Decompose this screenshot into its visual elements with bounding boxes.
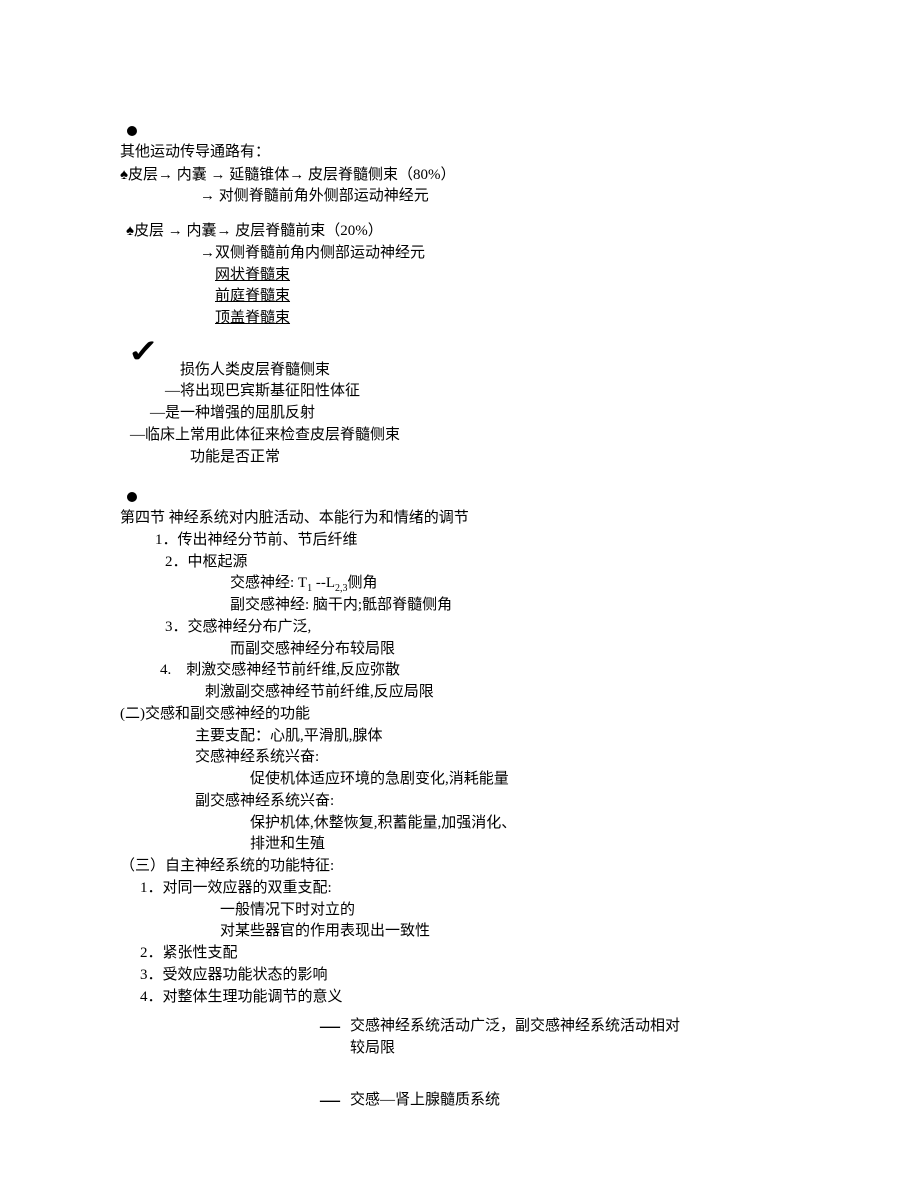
pathway-line: ♠皮层→ 内囊 → 延髓锥体→ 皮层脊髓侧束（80%） xyxy=(120,164,800,187)
dash-text: 交感神经系统活动广泛，副交感神经系统活动相对较局限 xyxy=(350,1016,690,1060)
text: 受效应器功能状态的影响 xyxy=(163,967,328,983)
text: 皮层 → 内囊→ 皮层脊髓前束（20%） xyxy=(134,223,383,239)
text: 交感神经: T xyxy=(230,575,307,591)
check-icon: ✓ xyxy=(127,342,159,361)
list-item: 4. 刺激交感神经节前纤维,反应弥散 xyxy=(160,660,800,682)
text-line: 主要支配：心肌,平滑肌,腺体 xyxy=(195,726,800,748)
injury-line: 功能是否正常 xyxy=(190,447,800,469)
sub-item: 副交感神经: 脑干内;骶部脊髓侧角 xyxy=(230,595,800,617)
sub-item: 刺激副交感神经节前纤维,反应局限 xyxy=(205,682,800,704)
text: 刺激交感神经节前纤维,反应弥散 xyxy=(186,662,400,678)
spade-icon: ♠ xyxy=(120,166,128,183)
text: 对同一效应器的双重支配: xyxy=(163,880,332,896)
text-line: 排泄和生殖 xyxy=(250,834,800,856)
spade-icon: ♠ xyxy=(126,222,134,239)
section-heading: (二)交感和副交感神经的功能 xyxy=(120,704,800,726)
bullet-heading xyxy=(120,486,800,508)
injury-line: —临床上常用此体征来检查皮层脊髓侧束 xyxy=(130,425,800,447)
sub-item: 对某些器官的作用表现出一致性 xyxy=(220,921,800,943)
pathway-line: →双侧脊髓前角内侧部运动神经元 xyxy=(200,243,800,265)
text-line: 促使机体适应环境的急剧变化,消耗能量 xyxy=(250,769,800,791)
dash-icon: — xyxy=(320,1090,350,1110)
section-title: 第四节 神经系统对内脏活动、本能行为和情绪的调节 xyxy=(120,508,800,530)
underlined-item: 顶盖脊髓束 xyxy=(215,308,800,330)
underlined-item: 网状脊髓束 xyxy=(215,265,800,287)
text: 中枢起源 xyxy=(188,554,248,570)
text-line: 保护机体,休整恢复,积蓄能量,加强消化、 xyxy=(250,813,800,835)
text: 对整体生理功能调节的意义 xyxy=(163,989,343,1005)
sub-item: 而副交感神经分布较局限 xyxy=(230,639,800,661)
text: 传出神经分节前、节后纤维 xyxy=(178,532,358,548)
list-item: 1．对同一效应器的双重支配: xyxy=(140,878,800,900)
text: --L xyxy=(312,575,335,591)
pathway-line: ♠皮层 → 内囊→ 皮层脊髓前束（20%） xyxy=(126,220,800,243)
injury-line: 损伤人类皮层脊髓侧束 xyxy=(180,360,800,382)
list-item: 2．中枢起源 xyxy=(165,552,800,574)
text-line: 副交感神经系统兴奋: xyxy=(195,791,800,813)
text: 紧张性支配 xyxy=(163,945,238,961)
injury-line: —将出现巴宾斯基征阳性体征 xyxy=(165,381,800,403)
list-item: 3．受效应器功能状态的影响 xyxy=(140,965,800,987)
document-page: 其他运动传导通路有： ♠皮层→ 内囊 → 延髓锥体→ 皮层脊髓侧束（80%） →… xyxy=(0,0,920,1191)
sub-item: 一般情况下时对立的 xyxy=(220,900,800,922)
pathway-line: → 对侧脊髓前角外侧部运动神经元 xyxy=(200,186,800,208)
text: 皮层→ 内囊 → 延髓锥体→ 皮层脊髓侧束（80%） xyxy=(128,167,456,183)
text: 交感神经分布广泛, xyxy=(188,619,312,635)
text: 侧角 xyxy=(348,575,378,591)
sub-item: 交感神经: T1 --L2,3侧角 xyxy=(230,573,800,595)
bullet-icon xyxy=(127,492,137,502)
bullet-heading xyxy=(120,120,800,142)
dash-text: 交感—肾上腺髓质系统 xyxy=(350,1090,500,1112)
dash-icon: — xyxy=(320,1016,350,1036)
list-item: 4．对整体生理功能调节的意义 xyxy=(140,987,800,1009)
list-item: 1．传出神经分节前、节后纤维 xyxy=(155,530,800,552)
list-item: 2．紧张性支配 xyxy=(140,943,800,965)
dash-block: — 交感—肾上腺髓质系统 xyxy=(320,1090,800,1112)
dash-block: — 交感神经系统活动广泛，副交感神经系统活动相对较局限 xyxy=(320,1016,800,1060)
heading-text: 其他运动传导通路有： xyxy=(120,142,800,164)
section-heading: （三）自主神经系统的功能特征: xyxy=(120,856,800,878)
subscript: 2,3 xyxy=(335,583,348,594)
injury-line: —是一种增强的屈肌反射 xyxy=(150,403,800,425)
text-line: 交感神经系统兴奋: xyxy=(195,747,800,769)
underlined-item: 前庭脊髓束 xyxy=(215,286,800,308)
bullet-icon xyxy=(127,126,137,136)
list-item: 3．交感神经分布广泛, xyxy=(165,617,800,639)
